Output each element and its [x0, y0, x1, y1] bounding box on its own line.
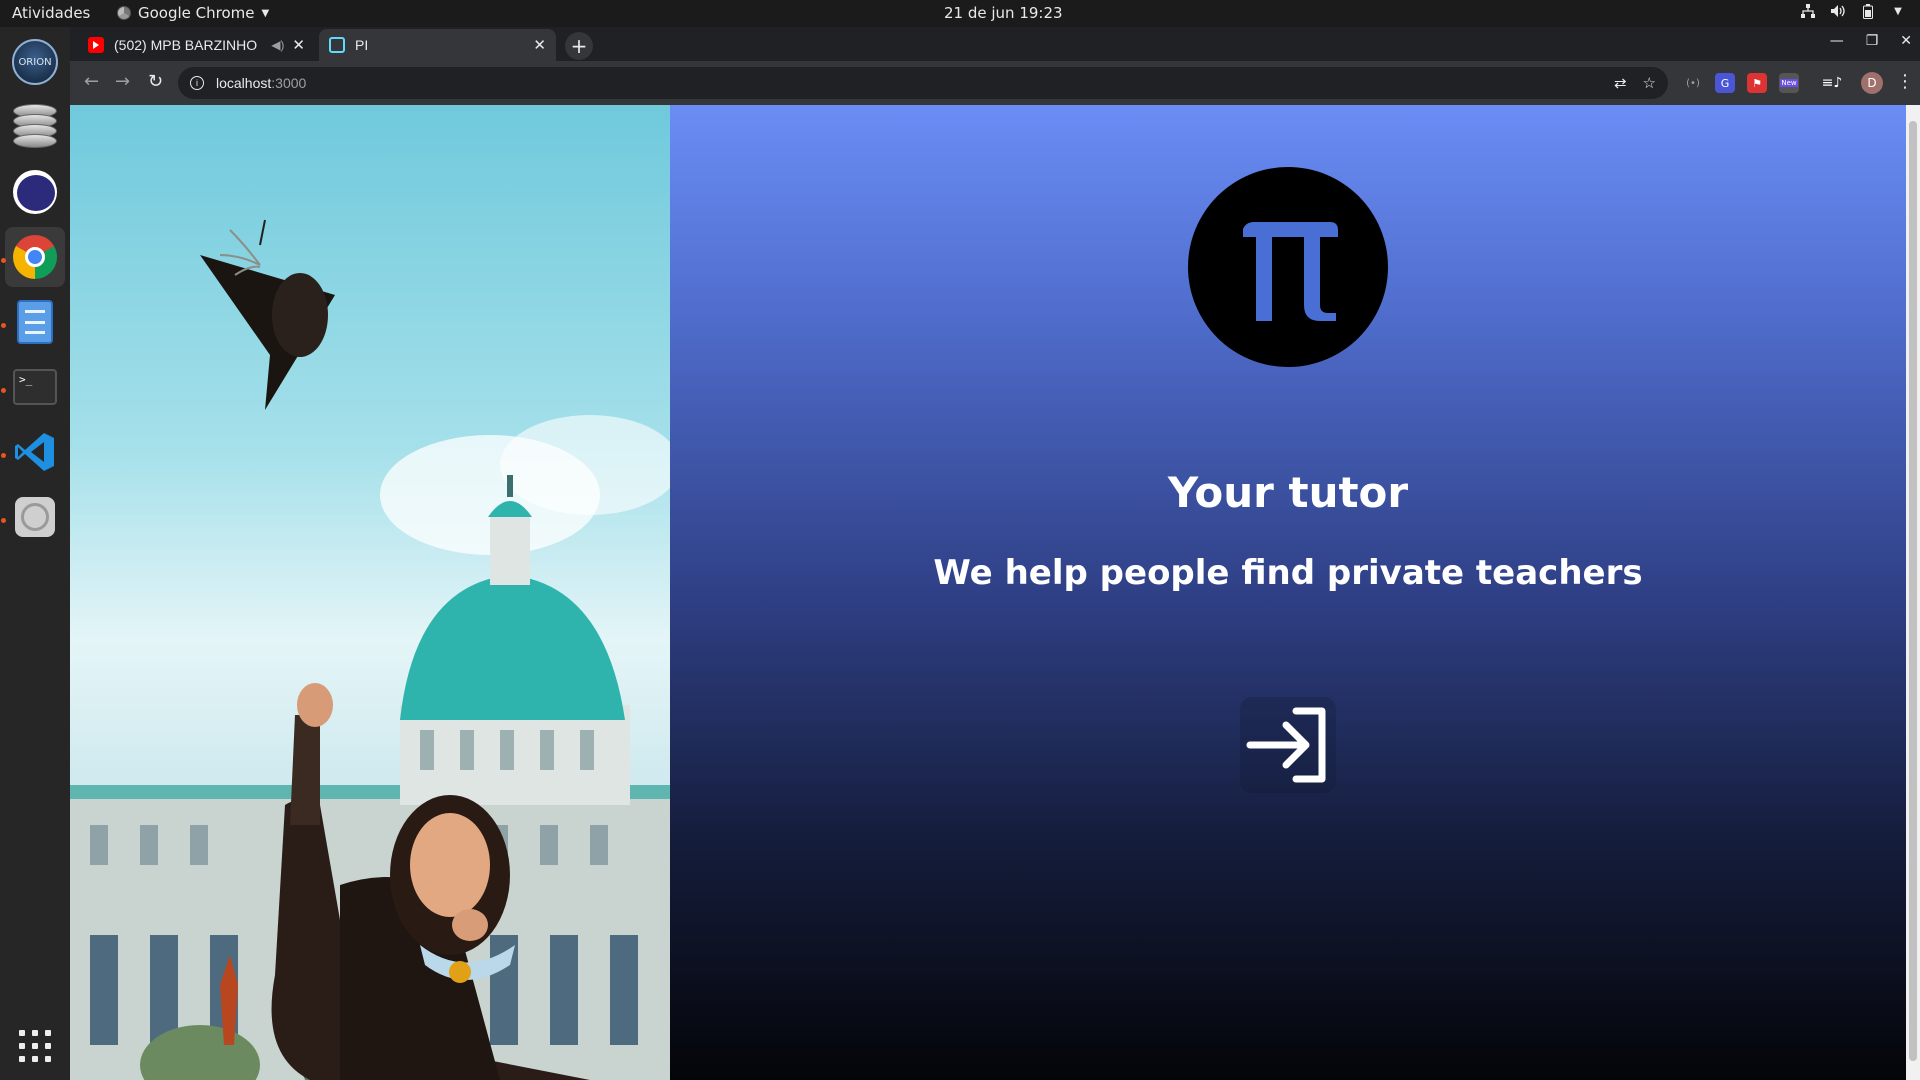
minimize-icon[interactable]: —: [1830, 33, 1844, 49]
profile-avatar[interactable]: D: [1861, 72, 1883, 94]
dock-chrome[interactable]: [5, 227, 65, 287]
extension-icon[interactable]: ⚑: [1747, 73, 1767, 93]
volume-icon: [1830, 3, 1846, 19]
battery-icon: [1860, 3, 1876, 19]
database-icon: [13, 104, 57, 150]
browser-toolbar: ← → ↻ i localhost:3000 ⇄ ☆ (•) G ⚑ New ≡…: [70, 61, 1920, 105]
bookmark-star-icon[interactable]: ☆: [1643, 74, 1656, 92]
close-tab-icon[interactable]: ✕: [533, 36, 546, 54]
eclipse-icon: [13, 170, 57, 214]
site-info-icon[interactable]: i: [190, 76, 204, 90]
orion-icon: ORION: [12, 39, 58, 85]
show-applications-icon[interactable]: [19, 1030, 51, 1062]
tab-strip: (502) MPB BARZINHO ◀) ✕ PI ✕ + — ❐ ✕: [70, 27, 1920, 61]
url-host: localhost: [216, 75, 272, 91]
files-icon: [17, 300, 53, 344]
url-port: :3000: [271, 75, 307, 91]
hero-panel: Your tutor We help people find private t…: [670, 105, 1906, 1080]
react-icon: [329, 37, 345, 53]
network-icon: [1800, 3, 1816, 19]
tab-youtube[interactable]: (502) MPB BARZINHO ◀) ✕: [78, 29, 315, 61]
audio-playing-icon[interactable]: ◀): [271, 38, 284, 52]
activities-button[interactable]: Atividades: [12, 4, 90, 22]
forward-icon[interactable]: →: [115, 71, 130, 92]
login-button[interactable]: [1240, 697, 1336, 793]
extension-icon[interactable]: (•): [1683, 73, 1703, 93]
dock-files[interactable]: [5, 292, 65, 352]
system-menu-caret-icon: ▼: [1894, 5, 1902, 17]
page-viewport: Your tutor We help people find private t…: [70, 105, 1906, 1080]
running-indicator: [1, 453, 6, 458]
page-scrollbar[interactable]: [1906, 105, 1920, 1080]
app-menu-label: Google Chrome: [138, 4, 255, 22]
dock-database[interactable]: [5, 97, 65, 157]
browser-window: (502) MPB BARZINHO ◀) ✕ PI ✕ + — ❐ ✕ ← →…: [70, 27, 1920, 1080]
close-tab-icon[interactable]: ✕: [292, 36, 305, 54]
address-bar[interactable]: i localhost:3000 ⇄ ☆: [178, 67, 1668, 99]
window-controls: — ❐ ✕: [1830, 33, 1912, 49]
running-indicator: [1, 258, 6, 263]
extension-icon[interactable]: G: [1715, 73, 1735, 93]
dock-orion[interactable]: ORION: [5, 32, 65, 92]
disc-icon: [15, 497, 55, 537]
dock: ORION >_: [0, 27, 70, 1080]
running-indicator: [1, 388, 6, 393]
restore-icon[interactable]: ❐: [1866, 33, 1879, 49]
back-icon[interactable]: ←: [84, 71, 99, 92]
pi-icon: [1243, 222, 1338, 321]
translate-icon[interactable]: ⇄: [1614, 74, 1627, 92]
new-tab-button[interactable]: +: [565, 32, 593, 60]
close-window-icon[interactable]: ✕: [1900, 33, 1912, 49]
tab-title: (502) MPB BARZINHO: [114, 37, 258, 53]
page-subtitle: We help people find private teachers: [933, 553, 1643, 593]
chrome-icon: [13, 235, 57, 279]
new-badge: New: [1780, 79, 1798, 87]
menu-kebab-icon[interactable]: ⋮: [1896, 71, 1914, 92]
media-controls-icon[interactable]: ≡♪: [1822, 73, 1843, 93]
youtube-icon: [88, 37, 104, 53]
dock-vscode[interactable]: [5, 422, 65, 482]
tab-title: PI: [355, 37, 369, 53]
dock-eclipse[interactable]: [5, 162, 65, 222]
scrollbar-thumb[interactable]: [1909, 121, 1917, 1061]
system-tray[interactable]: ▼: [1800, 3, 1906, 19]
pi-logo: [1188, 167, 1388, 367]
dock-disc[interactable]: [5, 487, 65, 547]
reload-icon[interactable]: ↻: [148, 71, 163, 92]
running-indicator: [1, 518, 6, 523]
extension-new-icon[interactable]: New: [1779, 73, 1799, 93]
tab-pi[interactable]: PI ✕: [319, 29, 556, 61]
graduation-photo: [70, 105, 670, 1080]
clock[interactable]: 21 de jun 19:23: [944, 4, 1063, 22]
running-indicator: [1, 323, 6, 328]
vscode-icon: [13, 430, 57, 474]
dock-terminal[interactable]: >_: [5, 357, 65, 417]
chrome-app-icon: [117, 6, 131, 20]
system-top-bar: Atividades Google Chrome ▼ 21 de jun 19:…: [0, 0, 1920, 27]
app-menu[interactable]: Google Chrome ▼: [117, 4, 269, 22]
login-arrow-icon: [1246, 707, 1326, 783]
caret-down-icon: ▼: [261, 7, 270, 19]
page-title: Your tutor: [1167, 468, 1409, 517]
terminal-icon: >_: [13, 369, 57, 405]
